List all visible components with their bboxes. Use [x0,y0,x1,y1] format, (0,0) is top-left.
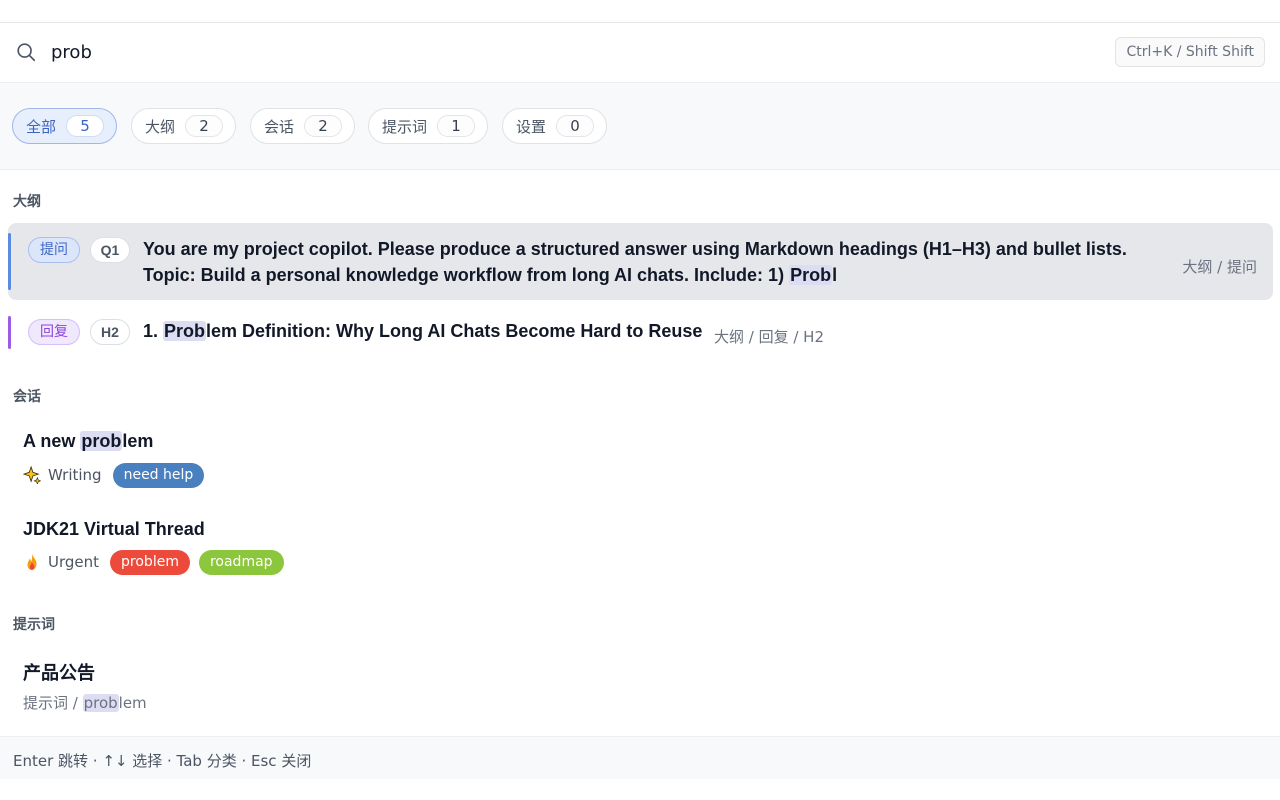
text-segment: 1. [143,321,164,341]
keyboard-hints: Enter 跳转 · ↑↓ 选择 · Tab 分类 · Esc 关闭 [13,752,312,770]
level-badge: Q1 [90,237,130,263]
filter-chip-prompts[interactable]: 提示词 1 [368,108,489,144]
role-badge-reply: 回复 [28,319,80,345]
conversation-title: A new problem [23,431,153,452]
search-icon [17,43,36,62]
text-segment: Topic: Build a personal knowledge workfl… [143,265,790,285]
prompt-title: 产品公告 [23,663,95,684]
filter-chip-label: 会话 [264,117,295,136]
text-segment: lem Definition: Why Long AI Chats Become… [206,321,703,341]
text-segment: l [832,265,838,285]
conversation-meta: Writing need help [23,462,205,488]
search-input[interactable] [51,37,1091,67]
filter-chip-count: 2 [185,115,224,137]
folder-name: Writing [48,466,102,484]
role-badge-question: 提问 [28,237,80,263]
match-highlight: prob [82,694,119,712]
filter-chip-all[interactable]: 全部 5 [12,108,118,144]
outline-result-q1[interactable]: 提问 Q1 You are my project copilot. Please… [8,223,1273,300]
text-segment: 提示词 / [23,694,83,712]
filter-chip-label: 全部 [26,117,57,136]
tag-problem[interactable]: problem [110,549,190,575]
text-segment: lem [118,694,147,712]
outline-result-h2[interactable]: 回复 H2 1. Problem Definition: Why Long AI… [8,307,1273,357]
search-bar: Ctrl+K / Shift Shift [0,23,1280,83]
filter-chip-count: 0 [556,115,595,137]
match-highlight: Prob [789,265,833,285]
level-badge: H2 [90,319,130,345]
prompt-path: 提示词 / problem [23,692,147,713]
text-segment: A new [23,431,81,451]
fire-icon [27,553,37,571]
folder-name: Urgent [48,553,100,571]
accent-bar [8,233,11,290]
text-segment: lem [122,431,154,451]
filter-chip-count: 1 [437,115,476,137]
conversation-meta: Urgent problem roadmap [23,549,284,575]
section-label-conversations: 会话 [13,389,41,405]
filter-chip-outline[interactable]: 大纲 2 [131,108,237,144]
filter-chip-label: 大纲 [145,117,176,136]
match-highlight: Prob [163,321,207,341]
section-label-prompts: 提示词 [13,617,55,633]
filter-chip-label: 提示词 [382,117,428,136]
section-label-outline: 大纲 [13,194,41,210]
sparkle-icon [23,466,41,484]
shortcut-hint: Ctrl+K / Shift Shift [1115,37,1265,67]
tag-roadmap[interactable]: roadmap [198,549,284,575]
accent-bar [8,316,11,349]
keyboard-hints-footer: Enter 跳转 · ↑↓ 选择 · Tab 分类 · Esc 关闭 [0,736,1280,779]
outline-result-text: 1. Problem Definition: Why Long AI Chats… [143,318,702,344]
result-path: 大纲 / 回复 / H2 [714,328,825,346]
outline-result-text-line2: Topic: Build a personal knowledge workfl… [143,262,837,288]
filter-chip-settings[interactable]: 设置 0 [502,108,608,144]
filter-chip-count: 2 [304,115,343,137]
result-path: 大纲 / 提问 [1182,258,1257,276]
filter-chip-conversations[interactable]: 会话 2 [250,108,356,144]
tag-need-help[interactable]: need help [112,462,205,488]
global-search-panel: Ctrl+K / Shift Shift 全部 5 大纲 2 会话 2 提示词 … [0,22,1280,779]
category-filter-bar: 全部 5 大纲 2 会话 2 提示词 1 设置 0 [0,83,1280,170]
match-highlight: prob [80,431,123,451]
filter-chip-label: 设置 [516,117,547,136]
conversation-title: JDK21 Virtual Thread [23,519,205,539]
outline-result-text-line1: You are my project copilot. Please produ… [143,239,1127,259]
filter-chip-count: 5 [66,115,105,137]
